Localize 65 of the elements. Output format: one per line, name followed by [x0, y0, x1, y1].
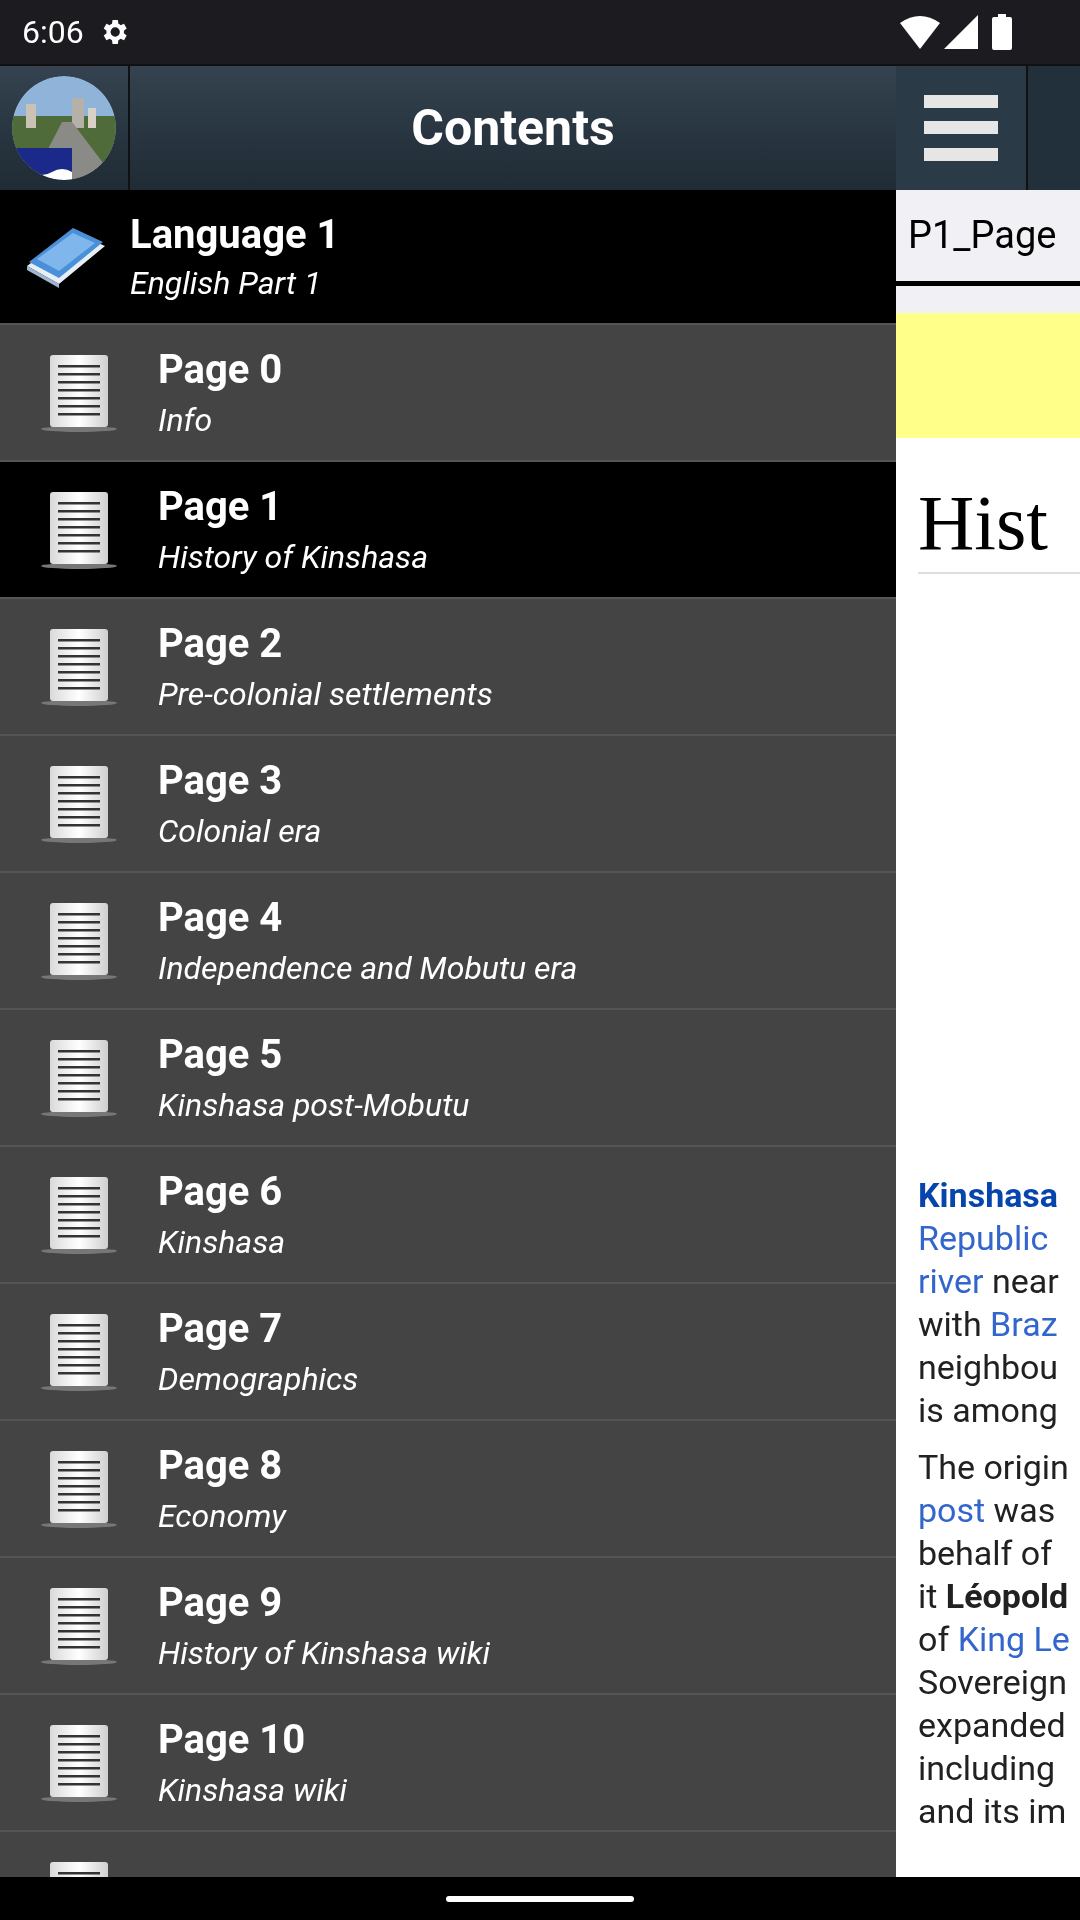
article-link[interactable]: river: [918, 1261, 984, 1301]
article-line: river near: [918, 1260, 1060, 1303]
document-icon: [40, 900, 118, 981]
document-icon: [40, 1311, 118, 1392]
article-line: it Léopold: [918, 1575, 1070, 1618]
document-icon: [40, 763, 118, 844]
wifi-icon: [900, 15, 940, 49]
document-icon: [40, 489, 118, 570]
article-line: and its im: [918, 1790, 1068, 1833]
language-header[interactable]: Language 1 English Part 1: [0, 190, 896, 323]
article-line: Sovereign: [918, 1661, 1068, 1704]
item-title: Page 6: [158, 1166, 284, 1217]
article-line: expanded: [918, 1704, 1067, 1747]
item-subtitle: Kinshasa: [158, 1221, 286, 1263]
article-link[interactable]: Republic: [918, 1218, 1049, 1258]
article-line: behalf of: [918, 1532, 1054, 1575]
page-list-item[interactable]: Page 1 History of Kinshasa: [0, 460, 896, 597]
item-title: Page 7: [158, 1303, 284, 1354]
document-icon: [40, 1722, 118, 1803]
item-title: Page 1: [158, 481, 284, 532]
battery-icon: [992, 14, 1012, 50]
document-icon: [40, 1037, 118, 1118]
item-subtitle: Pre-colonial settlements: [158, 673, 493, 715]
item-subtitle: Colonial era: [158, 810, 322, 852]
group-title: Language 1: [130, 209, 340, 260]
item-subtitle: History of Kinshasa wiki: [158, 1632, 491, 1674]
document-icon: [40, 626, 118, 707]
item-subtitle: Info: [158, 399, 214, 441]
document-icon: [40, 352, 118, 433]
item-subtitle: Economy: [158, 1495, 287, 1537]
signal-icon: [944, 15, 978, 49]
article-line: is among: [918, 1389, 1059, 1432]
item-title: Page 5: [158, 1029, 284, 1080]
home-indicator[interactable]: [446, 1895, 634, 1902]
drawer-title: Contents: [410, 97, 616, 159]
item-subtitle: Kinshasa wiki: [158, 1769, 348, 1811]
item-subtitle: Demographics: [158, 1358, 359, 1400]
group-subtitle: English Part 1: [130, 262, 323, 304]
article-heading: Hist: [918, 478, 1080, 574]
item-title: Page 2: [158, 618, 284, 669]
status-time: 6:06: [22, 12, 84, 53]
item-title: Page 4: [158, 892, 284, 943]
item-subtitle: Kinshasa post-Mobutu: [158, 1084, 470, 1126]
article-line: The origin: [918, 1446, 1070, 1489]
menu-icon: [924, 95, 998, 161]
item-subtitle: Independence and Mobutu era: [158, 947, 578, 989]
item-title: Page 10: [158, 1714, 307, 1765]
item-subtitle: History of Kinshasa: [158, 536, 428, 578]
item-title: Page 8: [158, 1440, 284, 1491]
article-line: including: [918, 1747, 1057, 1790]
item-title: Page 0: [158, 344, 283, 395]
document-icon: [40, 1448, 118, 1529]
item-title: Page 3: [158, 755, 284, 806]
document-icon: [40, 1585, 118, 1666]
article-line: post was: [918, 1489, 1057, 1532]
article-link[interactable]: Kinshasa: [918, 1175, 1059, 1215]
item-title: Page 9: [158, 1577, 284, 1628]
article-link[interactable]: King Le: [957, 1619, 1070, 1659]
menu-button[interactable]: [896, 66, 1028, 190]
document-icon: [40, 1174, 118, 1255]
article-line: of King Le: [918, 1618, 1071, 1661]
article-link[interactable]: Braz: [990, 1304, 1058, 1344]
article-line: with Braz: [918, 1303, 1059, 1346]
article-line: neighbou: [918, 1346, 1060, 1389]
article-link[interactable]: post: [918, 1490, 986, 1530]
